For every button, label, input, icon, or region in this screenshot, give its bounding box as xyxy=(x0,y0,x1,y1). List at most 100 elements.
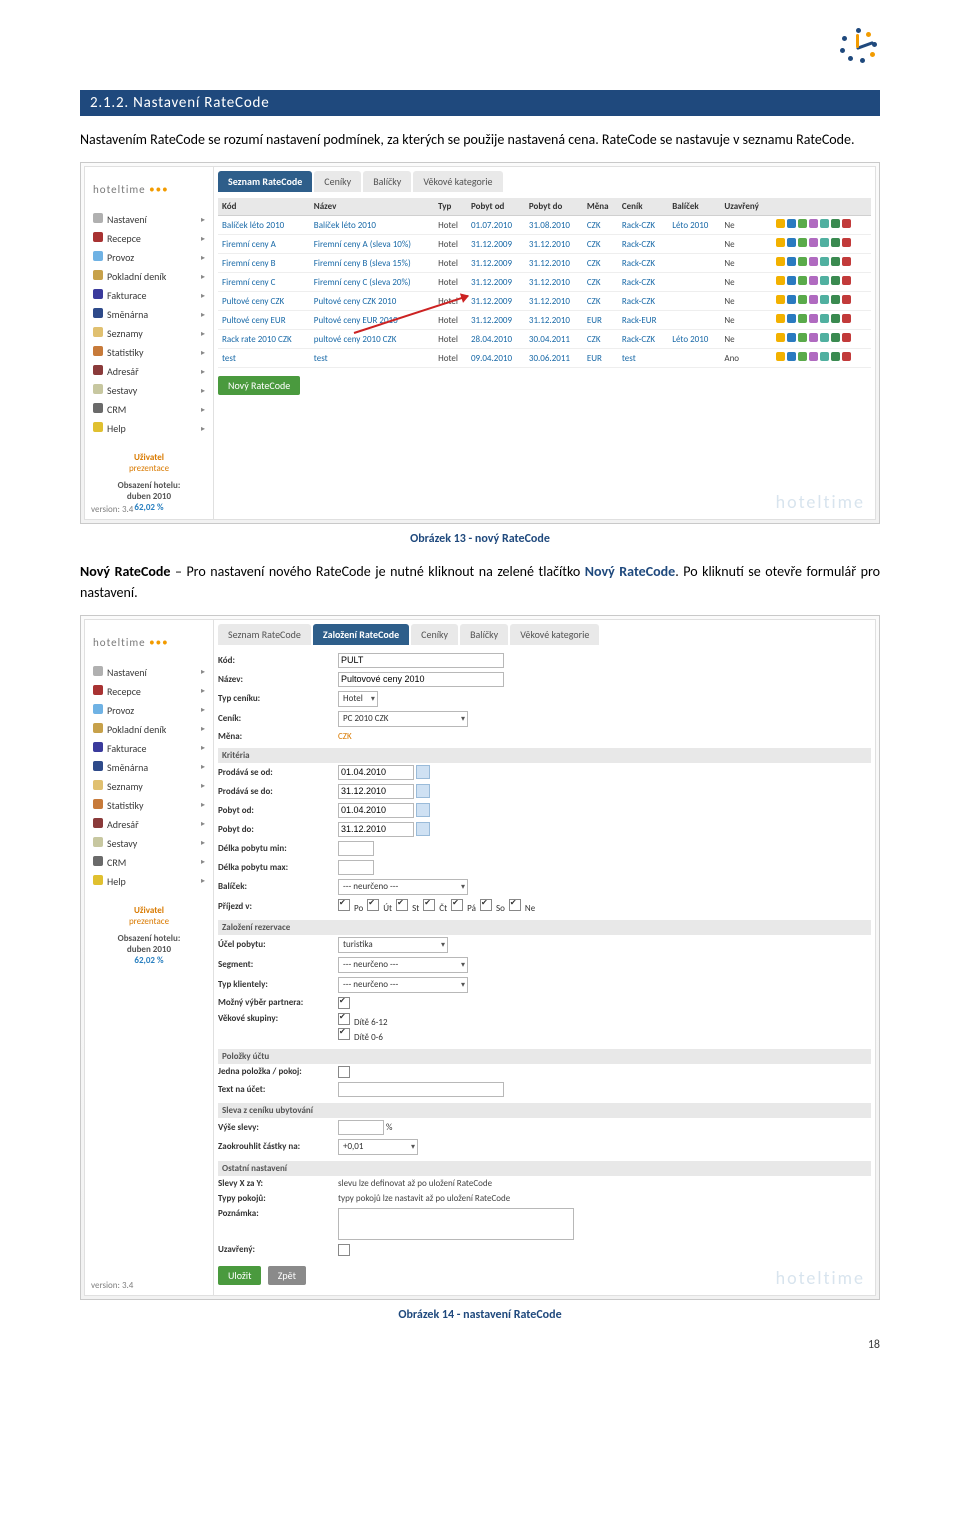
sidebar-item[interactable]: CRM▸ xyxy=(89,853,209,872)
text-ucet-label: Text na účet: xyxy=(218,1084,338,1095)
jedna-checkbox[interactable] xyxy=(338,1066,350,1078)
prijezd-days: Po Út St Čt Pá So Ne xyxy=(338,899,539,914)
balicek-select[interactable]: --- neurčeno --- xyxy=(338,879,468,895)
prodava-do-label: Prodává se do: xyxy=(218,786,338,797)
sidebar-item[interactable]: Adresář▸ xyxy=(89,815,209,834)
ucel-select[interactable]: turistika xyxy=(338,937,448,953)
prodava-od-input[interactable] xyxy=(338,765,414,780)
sidebar-item[interactable]: Fakturace▸ xyxy=(89,739,209,758)
typypok-note: typy pokojů lze nastavit až po uložení R… xyxy=(338,1193,510,1204)
day-checkbox[interactable] xyxy=(338,899,350,911)
screenshot-1: hoteltime ••• Nastavení▸Recepce▸Provoz▸P… xyxy=(80,162,880,524)
typ-select[interactable]: Hotel xyxy=(338,691,378,707)
calendar-icon[interactable] xyxy=(416,765,430,779)
back-button[interactable]: Zpět xyxy=(268,1266,306,1285)
text-ucet-input[interactable] xyxy=(338,1082,504,1097)
caption-2: Obrázek 14 - nastavení RateCode xyxy=(80,1308,880,1322)
sidebar-item[interactable]: Help▸ xyxy=(89,419,209,438)
sidebar-item[interactable]: Help▸ xyxy=(89,872,209,891)
tab[interactable]: Věkové kategorie xyxy=(413,171,502,192)
row-actions[interactable] xyxy=(771,216,871,235)
agegroup-checkbox[interactable] xyxy=(338,1013,350,1025)
sidebar-item[interactable]: Pokladní deník▸ xyxy=(89,267,209,286)
cenik-select[interactable]: PC 2010 CZK xyxy=(338,711,468,727)
new-ratecode-button[interactable]: Nový RateCode xyxy=(218,376,300,395)
row-actions[interactable] xyxy=(771,330,871,349)
row-actions[interactable] xyxy=(771,273,871,292)
pobyt-od-input[interactable] xyxy=(338,803,414,818)
sidebar-item[interactable]: Seznamy▸ xyxy=(89,324,209,343)
sidebar-item[interactable]: Fakturace▸ xyxy=(89,286,209,305)
nazev-input[interactable] xyxy=(338,672,504,687)
sidebar-item[interactable]: Recepce▸ xyxy=(89,682,209,701)
calendar-icon[interactable] xyxy=(416,822,430,836)
row-actions[interactable] xyxy=(771,254,871,273)
sidebar-item[interactable]: CRM▸ xyxy=(89,400,209,419)
zaokr-select[interactable]: +0,01 xyxy=(338,1139,418,1155)
day-checkbox[interactable] xyxy=(423,899,435,911)
agegroup-checkbox[interactable] xyxy=(338,1028,350,1040)
sidebar-item[interactable]: Pokladní deník▸ xyxy=(89,720,209,739)
partner-label: Možný výběr partnera: xyxy=(218,997,338,1008)
calendar-icon[interactable] xyxy=(416,784,430,798)
row-actions[interactable] xyxy=(771,292,871,311)
sidebar-item[interactable]: Statistiky▸ xyxy=(89,796,209,815)
sidebar: hoteltime ••• Nastavení▸Recepce▸Provoz▸P… xyxy=(85,620,214,1295)
delka-min-input[interactable] xyxy=(338,841,374,856)
table-row: Firemní ceny BFiremní ceny B (sleva 15%)… xyxy=(218,254,871,273)
sidebar-item[interactable]: Směnárna▸ xyxy=(89,305,209,324)
tab[interactable]: Ceníky xyxy=(314,171,361,192)
pobyt-do-input[interactable] xyxy=(338,822,414,837)
day-checkbox[interactable] xyxy=(480,899,492,911)
sidebar-item[interactable]: Nastavení▸ xyxy=(89,663,209,682)
day-checkbox[interactable] xyxy=(451,899,463,911)
tab[interactable]: Založení RateCode xyxy=(313,624,409,645)
pobyt-do-label: Pobyt do: xyxy=(218,824,338,835)
prodava-do-input[interactable] xyxy=(338,784,414,799)
segment-select[interactable]: --- neurčeno --- xyxy=(338,957,468,973)
section-heading: 2.1.2. Nastavení RateCode xyxy=(80,90,880,116)
day-checkbox[interactable] xyxy=(509,899,521,911)
calendar-icon[interactable] xyxy=(416,803,430,817)
zaokr-label: Zaokrouhlit částky na: xyxy=(218,1141,338,1152)
tab[interactable]: Seznam RateCode xyxy=(218,171,312,192)
save-button[interactable]: Uložit xyxy=(218,1266,261,1285)
jedna-label: Jedna položka / pokoj: xyxy=(218,1066,338,1077)
sidebar-item[interactable]: Recepce▸ xyxy=(89,229,209,248)
version-label: version: 3.4 xyxy=(91,504,133,515)
sidebar-item[interactable]: Provoz▸ xyxy=(89,701,209,720)
row-actions[interactable] xyxy=(771,311,871,330)
version-label: version: 3.4 xyxy=(91,1280,133,1291)
tab[interactable]: Seznam RateCode xyxy=(218,624,311,645)
sidebar-item[interactable]: Směnárna▸ xyxy=(89,758,209,777)
tab[interactable]: Balíčky xyxy=(363,171,411,192)
pobyt-od-label: Pobyt od: xyxy=(218,805,338,816)
sidebar-item[interactable]: Sestavy▸ xyxy=(89,381,209,400)
sidebar-item[interactable]: Adresář▸ xyxy=(89,362,209,381)
nazev-label: Název: xyxy=(218,674,338,685)
delka-max-label: Délka pobytu max: xyxy=(218,862,338,873)
day-checkbox[interactable] xyxy=(367,899,379,911)
tab[interactable]: Balíčky xyxy=(460,624,508,645)
partner-checkbox[interactable] xyxy=(338,997,350,1009)
ratecode-table: KódNázevTypPobyt odPobyt doMěnaCeníkBalí… xyxy=(218,198,871,368)
poznamka-textarea[interactable] xyxy=(338,1208,574,1240)
uzavreny-checkbox[interactable] xyxy=(338,1244,350,1256)
sidebar-item[interactable]: Provoz▸ xyxy=(89,248,209,267)
sidebar-item[interactable]: Nastavení▸ xyxy=(89,210,209,229)
day-checkbox[interactable] xyxy=(396,899,408,911)
klientely-select[interactable]: --- neurčeno --- xyxy=(338,977,468,993)
delka-max-input[interactable] xyxy=(338,860,374,875)
sidebar-item[interactable]: Seznamy▸ xyxy=(89,777,209,796)
mena-value: CZK xyxy=(338,731,352,742)
tab[interactable]: Věkové kategorie xyxy=(510,624,599,645)
caption-1: Obrázek 13 - nový RateCode xyxy=(80,532,880,546)
row-actions[interactable] xyxy=(771,349,871,368)
sidebar-item[interactable]: Statistiky▸ xyxy=(89,343,209,362)
sidebar-item[interactable]: Sestavy▸ xyxy=(89,834,209,853)
row-actions[interactable] xyxy=(771,235,871,254)
vyse-input[interactable] xyxy=(338,1120,384,1135)
group-kriteria: Kritéria xyxy=(218,748,871,763)
tab[interactable]: Ceníky xyxy=(411,624,458,645)
kod-input[interactable] xyxy=(338,653,504,668)
